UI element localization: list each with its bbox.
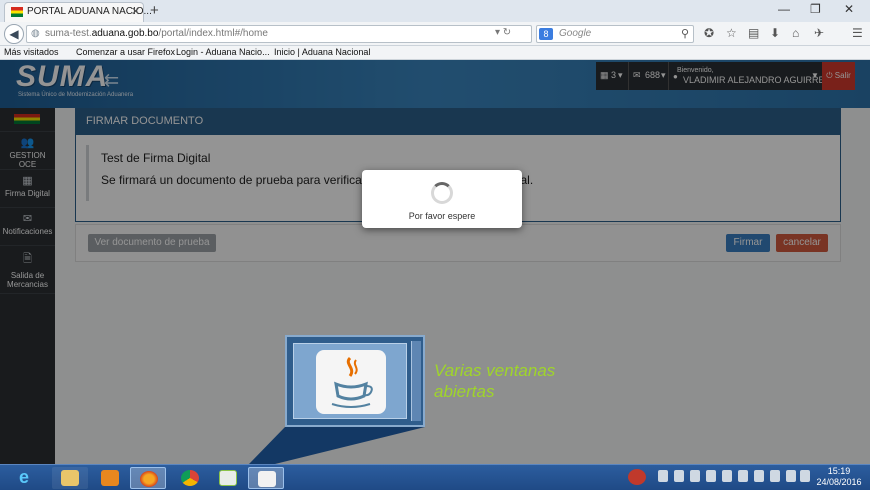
taskbar-hdd-app[interactable]	[210, 467, 246, 489]
taskbar-outlook[interactable]	[92, 467, 128, 489]
firefox-icon	[140, 471, 158, 487]
taskbar-chrome[interactable]	[172, 467, 208, 489]
system-tray	[622, 466, 812, 488]
internet-explorer-icon: e	[19, 467, 30, 487]
callout-beam	[249, 427, 425, 464]
clock[interactable]: 15:19 24/08/2016	[812, 466, 866, 488]
tray-app-icon[interactable]	[674, 470, 684, 482]
network-icon[interactable]	[786, 470, 796, 482]
taskbar-ie[interactable]: e	[10, 467, 46, 489]
chrome-icon	[181, 470, 199, 486]
taskbar-java[interactable]	[248, 467, 284, 489]
file-explorer-icon	[61, 470, 79, 486]
java-zoom-callout	[285, 335, 425, 427]
taskbar-explorer[interactable]	[52, 467, 88, 489]
caption-line1: Varias ventanas	[434, 361, 556, 380]
tray-app-icon[interactable]	[658, 470, 668, 482]
java-zoom-edge	[411, 341, 421, 421]
clock-date: 24/08/2016	[816, 477, 862, 487]
tray-app-icon[interactable]	[738, 470, 748, 482]
tray-app-icon[interactable]	[706, 470, 716, 482]
bluetooth-icon[interactable]	[690, 470, 700, 482]
monitor-icon[interactable]	[770, 470, 780, 482]
outlook-icon	[101, 470, 119, 486]
callout-caption: Varias ventanas abiertas	[434, 360, 555, 402]
java-zoom-inner	[293, 343, 407, 419]
flag-icon[interactable]	[754, 470, 764, 482]
clock-time: 15:19	[827, 466, 851, 476]
caption-line2: abiertas	[434, 382, 495, 401]
antivirus-icon[interactable]	[628, 469, 646, 485]
tray-app-icon[interactable]	[722, 470, 732, 482]
java-icon	[258, 471, 276, 487]
hdd-app-icon	[219, 470, 237, 486]
taskbar-firefox[interactable]	[130, 467, 166, 489]
java-icon	[316, 350, 386, 414]
volume-icon[interactable]	[800, 470, 810, 482]
